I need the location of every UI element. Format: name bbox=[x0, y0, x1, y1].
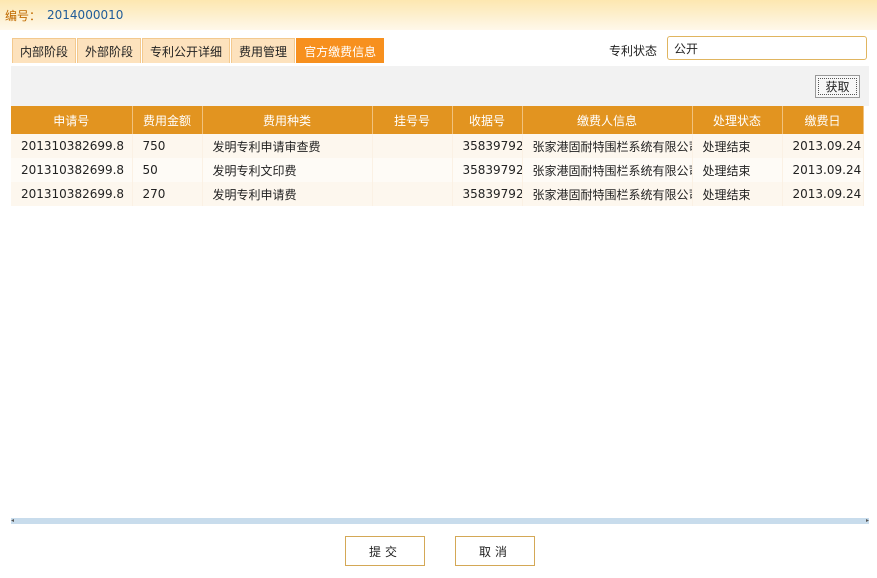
table-cell: 35839792 bbox=[452, 158, 523, 182]
tab-fee-management[interactable]: 费用管理 bbox=[231, 38, 296, 63]
table-cell: 750 bbox=[132, 134, 203, 158]
table-cell: 50 bbox=[132, 158, 203, 182]
column-header[interactable]: 缴费日 bbox=[782, 106, 864, 134]
table-cell: 2013.09.24 bbox=[782, 182, 864, 206]
table-cell: 发明专利申请审查费 bbox=[202, 134, 373, 158]
submit-button[interactable]: 提交 bbox=[345, 536, 425, 566]
table-cell bbox=[372, 158, 453, 182]
column-header[interactable]: 缴费人信息 bbox=[522, 106, 693, 134]
table-cell: 201310382699.8 bbox=[11, 182, 133, 206]
grid-toolbar: 获取 bbox=[11, 66, 869, 106]
table-cell: 张家港固耐特围栏系统有限公司 bbox=[522, 182, 693, 206]
table-cell: 270 bbox=[132, 182, 203, 206]
number-value: 2014000010 bbox=[47, 8, 124, 22]
tab-external-stage[interactable]: 外部阶段 bbox=[77, 38, 142, 63]
cancel-button[interactable]: 取消 bbox=[455, 536, 535, 566]
table-row[interactable]: 201310382699.8 50 发明专利文印费 35839792 张家港固耐… bbox=[11, 158, 864, 182]
title-bar: 编号： 2014000010 bbox=[0, 0, 877, 30]
tab-bar: 内部阶段 外部阶段 专利公开详细 费用管理 官方缴费信息 bbox=[12, 38, 385, 63]
table-cell: 处理结束 bbox=[692, 182, 783, 206]
table-cell: 张家港固耐特围栏系统有限公司 bbox=[522, 134, 693, 158]
number-label: 编号： bbox=[5, 8, 42, 23]
table-cell: 处理结束 bbox=[692, 134, 783, 158]
table-cell: 2013.09.24 bbox=[782, 158, 864, 182]
table-cell bbox=[372, 134, 453, 158]
tab-official-payment-info[interactable]: 官方缴费信息 bbox=[296, 38, 385, 63]
table-row[interactable]: 201310382699.8 270 发明专利申请费 35839792 张家港固… bbox=[11, 182, 864, 206]
table-cell: 2013.09.24 bbox=[782, 134, 864, 158]
table-cell: 35839792 bbox=[452, 134, 523, 158]
horizontal-scrollbar[interactable]: ◂ ▸ bbox=[11, 518, 869, 524]
column-header[interactable]: 挂号号 bbox=[372, 106, 453, 134]
column-header[interactable]: 申请号 bbox=[11, 106, 133, 134]
column-header[interactable]: 收据号 bbox=[452, 106, 523, 134]
tab-patent-publication-details[interactable]: 专利公开详细 bbox=[142, 38, 231, 63]
table-cell: 201310382699.8 bbox=[11, 158, 133, 182]
table-cell: 发明专利申请费 bbox=[202, 182, 373, 206]
column-header[interactable]: 费用金额 bbox=[132, 106, 203, 134]
scroll-right-arrow-icon[interactable]: ▸ bbox=[866, 518, 869, 524]
scroll-left-arrow-icon[interactable]: ◂ bbox=[11, 518, 14, 524]
table-header-row: 申请号 费用金额 费用种类 挂号号 收据号 缴费人信息 处理状态 缴费日 bbox=[11, 106, 864, 134]
column-header[interactable]: 费用种类 bbox=[202, 106, 373, 134]
table-cell bbox=[372, 182, 453, 206]
table-cell: 张家港固耐特围栏系统有限公司 bbox=[522, 158, 693, 182]
page: 编号： 2014000010 内部阶段 外部阶段 专利公开详细 费用管理 官方缴… bbox=[0, 0, 877, 578]
patent-status-field[interactable] bbox=[667, 36, 867, 60]
fetch-button[interactable]: 获取 bbox=[815, 75, 860, 98]
column-header[interactable]: 处理状态 bbox=[692, 106, 783, 134]
payment-table: 申请号 费用金额 费用种类 挂号号 收据号 缴费人信息 处理状态 缴费日 201… bbox=[11, 106, 869, 518]
table-cell: 35839792 bbox=[452, 182, 523, 206]
table-row[interactable]: 201310382699.8 750 发明专利申请审查费 35839792 张家… bbox=[11, 134, 864, 158]
patent-status-label: 专利状态 bbox=[609, 44, 658, 58]
table-cell: 发明专利文印费 bbox=[202, 158, 373, 182]
table-cell: 处理结束 bbox=[692, 158, 783, 182]
table-cell: 201310382699.8 bbox=[11, 134, 133, 158]
tab-internal-stage[interactable]: 内部阶段 bbox=[12, 38, 77, 63]
